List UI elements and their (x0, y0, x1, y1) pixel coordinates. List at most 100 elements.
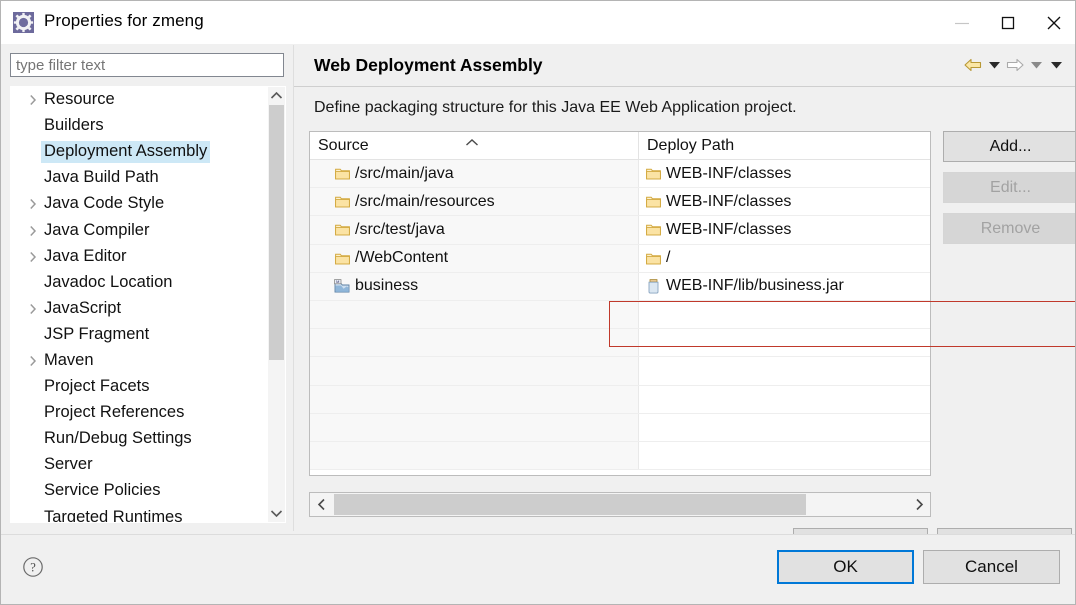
cell-deploy-path: WEB-INF/classes (639, 160, 930, 187)
table-row-empty[interactable] (310, 442, 930, 470)
sidebar-item-label: Project References (41, 402, 187, 424)
svg-text:?: ? (30, 561, 36, 575)
folder-icon (332, 252, 352, 265)
sidebar-item-java-build-path[interactable]: Java Build Path (11, 165, 267, 191)
table-row-empty[interactable] (310, 414, 930, 442)
cell-deploy-path: WEB-INF/classes (639, 188, 930, 215)
scroll-right-icon[interactable] (908, 493, 930, 516)
tree-vertical-scrollbar[interactable] (268, 87, 285, 522)
sidebar-item-server[interactable]: Server (11, 452, 267, 478)
sidebar-item-run-debug-settings[interactable]: Run/Debug Settings (11, 426, 267, 452)
settings-tree: ResourceBuilders Deployment Assembly Java … (10, 86, 286, 523)
table-row[interactable]: /src/main/resources WEB-INF/classes (310, 188, 930, 216)
cell-source: /WebContent (310, 245, 639, 272)
remove-button[interactable]: Remove (943, 213, 1076, 244)
cell-deploy-path (639, 442, 930, 469)
minimize-icon[interactable] (939, 1, 985, 44)
table-row[interactable]: MbusinessWEB-INF/lib/business.jar (310, 273, 930, 301)
cell-deploy-path: / (639, 245, 930, 272)
sidebar-item-label: JSP Fragment (41, 324, 152, 346)
cell-source-label: business (355, 277, 418, 295)
scroll-left-icon[interactable] (310, 493, 332, 516)
sidebar-item-javadoc-location[interactable]: Javadoc Location (11, 270, 267, 296)
edit-button[interactable]: Edit... (943, 172, 1076, 203)
table-body: /src/main/javaWEB-INF/classes/src/main/r… (310, 160, 930, 470)
sidebar-item-label: Service Policies (41, 480, 163, 502)
column-header-deploy-path[interactable]: Deploy Path (639, 132, 930, 159)
forward-arrow-icon[interactable] (1004, 56, 1026, 74)
sidebar-item-builders[interactable]: Builders (11, 113, 267, 139)
sidebar-item-maven[interactable]: Maven (11, 348, 267, 374)
back-arrow-icon[interactable] (962, 56, 984, 74)
table-row-empty[interactable] (310, 357, 930, 385)
scroll-down-icon[interactable] (268, 505, 285, 522)
table-row[interactable]: /src/test/java WEB-INF/classes (310, 216, 930, 244)
column-header-deploy-path-label: Deploy Path (647, 137, 734, 155)
add-button[interactable]: Add... (943, 131, 1076, 162)
cell-source: /src/test/java (310, 216, 639, 243)
sidebar-item-java-code-style[interactable]: Java Code Style (11, 191, 267, 217)
forward-dropdown-icon[interactable] (1026, 56, 1046, 74)
table-scroll-thumb[interactable] (334, 494, 806, 515)
view-menu-icon[interactable] (1046, 56, 1066, 74)
chevron-right-icon[interactable] (25, 225, 41, 237)
chevron-right-icon[interactable] (25, 198, 41, 210)
sidebar-item-java-compiler[interactable]: Java Compiler (11, 217, 267, 243)
tree-scroll-thumb[interactable] (269, 105, 284, 360)
cancel-button[interactable]: Cancel (923, 550, 1060, 584)
ok-button[interactable]: OK (777, 550, 914, 584)
folder-icon (643, 252, 663, 265)
folder-icon (643, 223, 663, 236)
cell-source: Mbusiness (310, 273, 639, 300)
sidebar-item-project-references[interactable]: Project References (11, 400, 267, 426)
table-horizontal-scrollbar[interactable] (309, 492, 931, 517)
maximize-icon[interactable] (985, 1, 1031, 44)
settings-tree-list: ResourceBuilders Deployment Assembly Java … (11, 87, 267, 523)
chevron-right-icon[interactable] (25, 355, 41, 367)
sidebar-item-resource[interactable]: Resource (11, 87, 267, 113)
help-icon[interactable]: ? (21, 555, 45, 579)
cell-source (310, 386, 639, 413)
cell-source (310, 442, 639, 469)
sidebar-item-label: Deployment Assembly (41, 141, 210, 163)
cell-source (310, 329, 639, 356)
scroll-up-icon[interactable] (268, 87, 285, 104)
cell-source-label: /src/main/resources (355, 193, 495, 211)
sidebar-item-project-facets[interactable]: Project Facets (11, 374, 267, 400)
table-row-empty[interactable] (310, 386, 930, 414)
assembly-table: Source Deploy Path /src/main/javaWEB-INF… (309, 131, 931, 476)
sidebar-item-java-editor[interactable]: Java Editor (11, 244, 267, 270)
cell-source: /src/main/java (310, 160, 639, 187)
sidebar-item-label: Builders (41, 115, 107, 137)
back-dropdown-icon[interactable] (984, 56, 1004, 74)
table-row[interactable]: /src/main/javaWEB-INF/classes (310, 160, 930, 188)
sidebar-item-jsp-fragment[interactable]: JSP Fragment (11, 322, 267, 348)
chevron-right-icon[interactable] (25, 303, 41, 315)
project-icon: M (332, 279, 352, 293)
close-icon[interactable] (1031, 1, 1076, 44)
cell-deploy-path-label: WEB-INF/classes (666, 221, 791, 239)
cell-source (310, 414, 639, 441)
table-row[interactable]: /WebContent / (310, 245, 930, 273)
chevron-right-icon[interactable] (25, 251, 41, 263)
sidebar-item-service-policies[interactable]: Service Policies (11, 478, 267, 504)
sidebar-item-deployment-assembly[interactable]: Deployment Assembly (11, 139, 267, 165)
sidebar-item-targeted-runtimes[interactable]: Targeted Runtimes (11, 505, 267, 524)
sidebar-item-label: Targeted Runtimes (41, 507, 186, 523)
page-title: Web Deployment Assembly (314, 55, 543, 76)
chevron-right-icon[interactable] (25, 94, 41, 106)
cell-source (310, 301, 639, 328)
sidebar-item-label: Java Build Path (41, 167, 162, 189)
cell-source: /src/main/resources (310, 188, 639, 215)
cell-deploy-path: WEB-INF/lib/business.jar (639, 273, 930, 300)
table-row-empty[interactable] (310, 301, 930, 329)
filter-input[interactable] (10, 53, 284, 77)
sidebar-item-javascript[interactable]: JavaScript (11, 296, 267, 322)
cell-deploy-path-label: / (666, 249, 670, 267)
jar-icon (643, 279, 663, 294)
svg-text:M: M (336, 279, 339, 284)
sort-ascending-icon (465, 134, 479, 152)
column-header-source[interactable]: Source (310, 132, 639, 159)
table-row-empty[interactable] (310, 329, 930, 357)
sidebar-item-label: Java Editor (41, 246, 130, 268)
